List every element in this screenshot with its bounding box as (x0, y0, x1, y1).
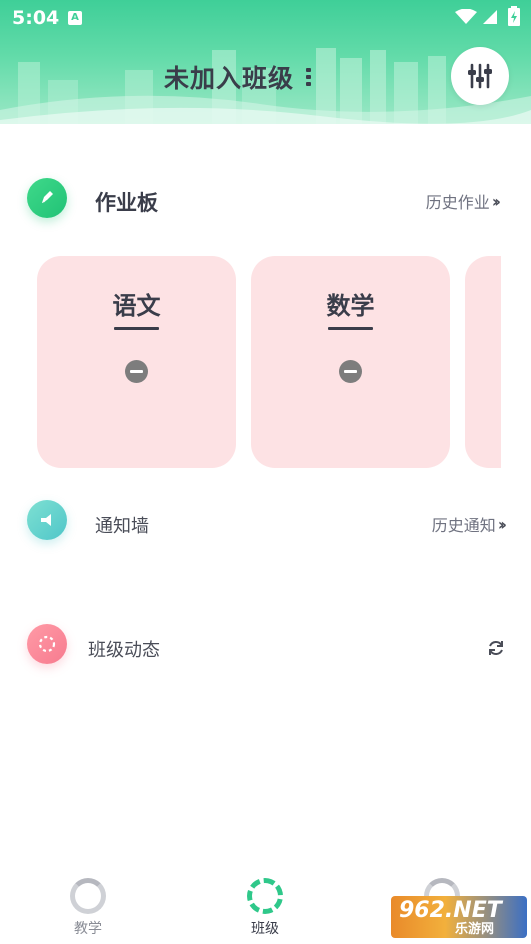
history-homework-label: 历史作业 (425, 193, 490, 212)
double-chevron-right-icon: ›› (491, 191, 501, 211)
nav-class[interactable]: 班级 (225, 870, 305, 944)
notification-badge: A (68, 11, 82, 25)
homework-section-header: 作业板 历史作业 ›› (0, 178, 531, 226)
subject-card-math[interactable]: 数学 (251, 256, 450, 468)
no-homework-icon (125, 360, 148, 383)
class-selector[interactable]: 未加入班级 (164, 60, 314, 94)
wifi-icon (455, 9, 477, 24)
class-ring-icon (247, 878, 283, 914)
subject-card-chinese[interactable]: 语文 (37, 256, 236, 468)
nav-label: 教学 (74, 921, 102, 937)
history-notice-label: 历史通知 (431, 516, 496, 535)
notice-label: 通知墙 (95, 516, 149, 537)
subject-name: 数学 (326, 292, 375, 320)
refresh-icon[interactable] (486, 638, 506, 658)
history-homework-link[interactable]: 历史作业 ›› (425, 189, 501, 213)
status-time: 5:04 (12, 7, 60, 29)
subject-underline (114, 327, 159, 330)
megaphone-icon (27, 500, 67, 540)
subject-card-partial[interactable] (465, 256, 501, 468)
watermark-logo: 962.NET 乐游网 (391, 896, 527, 938)
status-bar: 5:04 A (0, 0, 531, 34)
subject-underline (328, 327, 373, 330)
app-header: 5:04 A 未加入班级 (0, 0, 531, 124)
more-menu-icon (306, 68, 314, 86)
subject-card-list[interactable]: 语文 数学 (37, 256, 501, 470)
subject-name: 语文 (112, 292, 161, 320)
homework-label: 作业板 (95, 191, 158, 215)
dynamics-section-header: 班级动态 (0, 624, 531, 672)
no-homework-icon (339, 360, 362, 383)
history-notice-link[interactable]: 历史通知 ›› (431, 512, 507, 536)
class-title: 未加入班级 (164, 64, 295, 93)
settings-button[interactable] (451, 47, 509, 105)
nav-label: 班级 (251, 921, 279, 937)
sliders-icon (468, 63, 492, 89)
teaching-ring-icon (70, 878, 106, 914)
double-chevron-right-icon: ›› (497, 514, 507, 534)
watermark-subtitle: 乐游网 (455, 922, 495, 937)
signal-icon (483, 10, 497, 24)
dynamics-circle-icon (27, 624, 67, 664)
dynamics-label: 班级动态 (88, 640, 160, 661)
nav-teaching[interactable]: 教学 (48, 870, 128, 944)
battery-charging-icon (508, 6, 520, 26)
notice-section-header: 通知墙 历史通知 ›› (0, 500, 531, 548)
homework-pen-icon (27, 178, 67, 218)
